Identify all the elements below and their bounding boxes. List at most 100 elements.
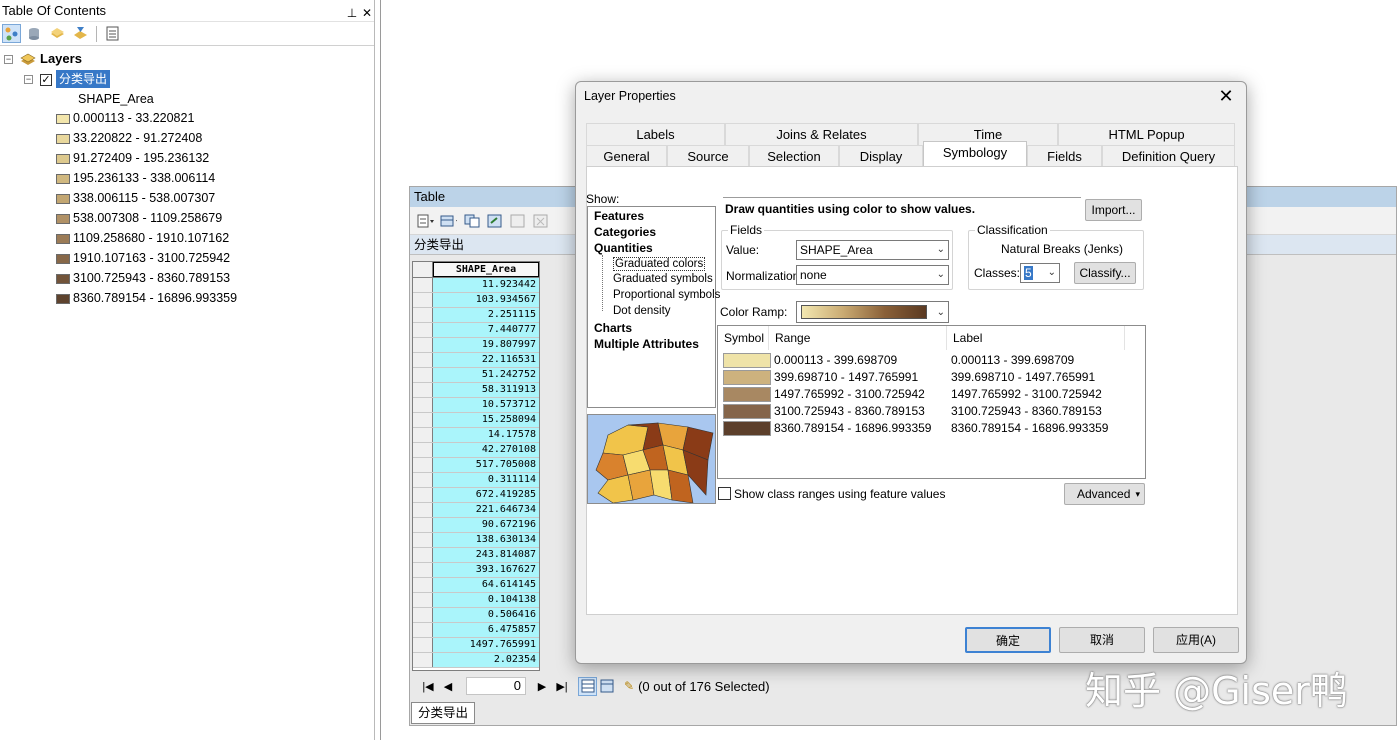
class-list-view[interactable]: Symbol Range Label 0.000113 - 399.698709… — [717, 325, 1146, 479]
row-selector[interactable] — [413, 338, 433, 352]
row-selector[interactable] — [413, 623, 433, 637]
row-selector[interactable] — [413, 278, 433, 292]
tab-joins-relates[interactable]: Joins & Relates — [725, 123, 918, 145]
column-header-shape-area[interactable]: SHAPE_Area — [433, 262, 539, 277]
table-row[interactable]: 15.258094 — [413, 413, 539, 428]
show-item-graduated-colors[interactable]: Graduated colors — [613, 257, 706, 271]
table-row[interactable]: 7.440777 — [413, 323, 539, 338]
table-cell-shape-area[interactable]: 15.258094 — [433, 413, 539, 427]
first-record-button[interactable]: |◀ — [418, 680, 438, 693]
clear-selection-icon[interactable] — [508, 211, 527, 230]
table-options-icon[interactable] — [416, 211, 435, 230]
tab-fields[interactable]: Fields — [1027, 145, 1102, 167]
show-item-features[interactable]: Features — [594, 209, 644, 223]
table-cell-shape-area[interactable]: 22.116531 — [433, 353, 539, 367]
table-row[interactable]: 42.270108 — [413, 443, 539, 458]
layers-collapse-toggle[interactable]: − — [4, 55, 13, 64]
table-cell-shape-area[interactable]: 0.506416 — [433, 608, 539, 622]
apply-button[interactable]: 应用(A) — [1153, 627, 1239, 653]
class-row[interactable]: 1497.765992 - 3100.725942 1497.765992 - 3… — [718, 386, 1146, 403]
row-selector[interactable] — [413, 578, 433, 592]
table-row[interactable]: 6.475857 — [413, 623, 539, 638]
row-selector[interactable] — [413, 518, 433, 532]
table-row[interactable]: 0.104138 — [413, 593, 539, 608]
legend-swatch[interactable] — [56, 174, 70, 184]
table-cell-shape-area[interactable]: 0.311114 — [433, 473, 539, 487]
class-range[interactable]: 1497.765992 - 3100.725942 — [774, 387, 925, 401]
show-selected-records-icon[interactable] — [597, 677, 616, 696]
legend-swatch[interactable] — [56, 234, 70, 244]
table-row[interactable]: 138.630134 — [413, 533, 539, 548]
current-record-field[interactable]: 0 — [466, 677, 526, 695]
table-cell-shape-area[interactable]: 10.573712 — [433, 398, 539, 412]
table-row[interactable]: 103.934567 — [413, 293, 539, 308]
table-row[interactable]: 51.242752 — [413, 368, 539, 383]
row-selector[interactable] — [413, 563, 433, 577]
class-range[interactable]: 0.000113 - 399.698709 — [774, 353, 897, 367]
layer-collapse-toggle[interactable]: − — [24, 75, 33, 84]
table-cell-shape-area[interactable]: 42.270108 — [433, 443, 539, 457]
ok-button[interactable]: 确定 — [965, 627, 1051, 653]
table-row[interactable]: 1497.765991 — [413, 638, 539, 653]
color-ramp-select[interactable]: ⌄ — [796, 301, 949, 323]
tab-labels[interactable]: Labels — [586, 123, 725, 145]
class-range[interactable]: 8360.789154 - 16896.993359 — [774, 421, 931, 435]
table-cell-shape-area[interactable]: 103.934567 — [433, 293, 539, 307]
table-cell-shape-area[interactable]: 1497.765991 — [433, 638, 539, 652]
class-symbol-swatch[interactable] — [723, 421, 771, 436]
row-selector[interactable] — [413, 428, 433, 442]
layer-name[interactable]: 分类导出 — [56, 70, 111, 88]
tab-general[interactable]: General — [586, 145, 667, 167]
tab-source[interactable]: Source — [667, 145, 749, 167]
close-icon[interactable]: ✕ — [360, 2, 374, 24]
class-row[interactable]: 8360.789154 - 16896.993359 8360.789154 - … — [718, 420, 1146, 437]
column-header-label[interactable]: Label — [947, 326, 1125, 350]
class-symbol-swatch[interactable] — [723, 370, 771, 385]
show-item-multiple-attributes[interactable]: Multiple Attributes — [594, 337, 699, 351]
table-row[interactable]: 19.807997 — [413, 338, 539, 353]
row-selector[interactable] — [413, 323, 433, 337]
advanced-button[interactable]: Advanced ▾ — [1064, 483, 1145, 505]
tab-display[interactable]: Display — [839, 145, 923, 167]
row-selector[interactable] — [413, 293, 433, 307]
row-selector[interactable] — [413, 593, 433, 607]
related-tables-icon[interactable] — [439, 211, 458, 230]
row-selector[interactable] — [413, 503, 433, 517]
column-header-range[interactable]: Range — [769, 326, 947, 350]
class-row[interactable]: 399.698710 - 1497.765991 399.698710 - 149… — [718, 369, 1146, 386]
table-row[interactable]: 672.419285 — [413, 488, 539, 503]
table-cell-shape-area[interactable]: 11.923442 — [433, 278, 539, 292]
row-selector[interactable] — [413, 443, 433, 457]
class-label[interactable]: 8360.789154 - 16896.993359 — [951, 421, 1108, 435]
column-header-symbol[interactable]: Symbol — [718, 326, 769, 350]
row-selector[interactable] — [413, 398, 433, 412]
table-cell-shape-area[interactable]: 672.419285 — [433, 488, 539, 502]
show-item-proportional-symbols[interactable]: Proportional symbols — [613, 289, 720, 301]
legend-swatch[interactable] — [56, 214, 70, 224]
list-by-selection-icon[interactable] — [71, 24, 90, 43]
delete-selected-icon[interactable] — [531, 211, 550, 230]
row-selector[interactable] — [413, 473, 433, 487]
table-cell-shape-area[interactable]: 58.311913 — [433, 383, 539, 397]
table-row[interactable]: 393.167627 — [413, 563, 539, 578]
show-item-categories[interactable]: Categories — [594, 225, 656, 239]
row-selector[interactable] — [413, 638, 433, 652]
normalization-select[interactable]: none ⌄ — [796, 265, 949, 285]
table-cell-shape-area[interactable]: 243.814087 — [433, 548, 539, 562]
table-row[interactable]: 58.311913 — [413, 383, 539, 398]
table-cell-shape-area[interactable]: 2.02354 — [433, 653, 539, 667]
last-record-button[interactable]: ▶| — [552, 680, 572, 693]
class-symbol-swatch[interactable] — [723, 387, 771, 402]
class-label[interactable]: 0.000113 - 399.698709 — [951, 353, 1074, 367]
show-item-quantities[interactable]: Quantities — [594, 241, 653, 255]
class-label[interactable]: 399.698710 - 1497.765991 — [951, 370, 1095, 384]
tab-symbology[interactable]: Symbology — [923, 141, 1027, 167]
table-bottom-tab[interactable]: 分类导出 — [411, 702, 476, 724]
value-field-select[interactable]: SHAPE_Area ⌄ — [796, 240, 949, 260]
close-icon[interactable]: ✕ — [1216, 86, 1236, 107]
pin-icon[interactable]: ⊥ — [345, 2, 359, 24]
import-button[interactable]: Import... — [1085, 199, 1142, 221]
legend-swatch[interactable] — [56, 274, 70, 284]
classes-select[interactable]: 5 ⌄ — [1020, 263, 1060, 283]
row-selector[interactable] — [413, 368, 433, 382]
